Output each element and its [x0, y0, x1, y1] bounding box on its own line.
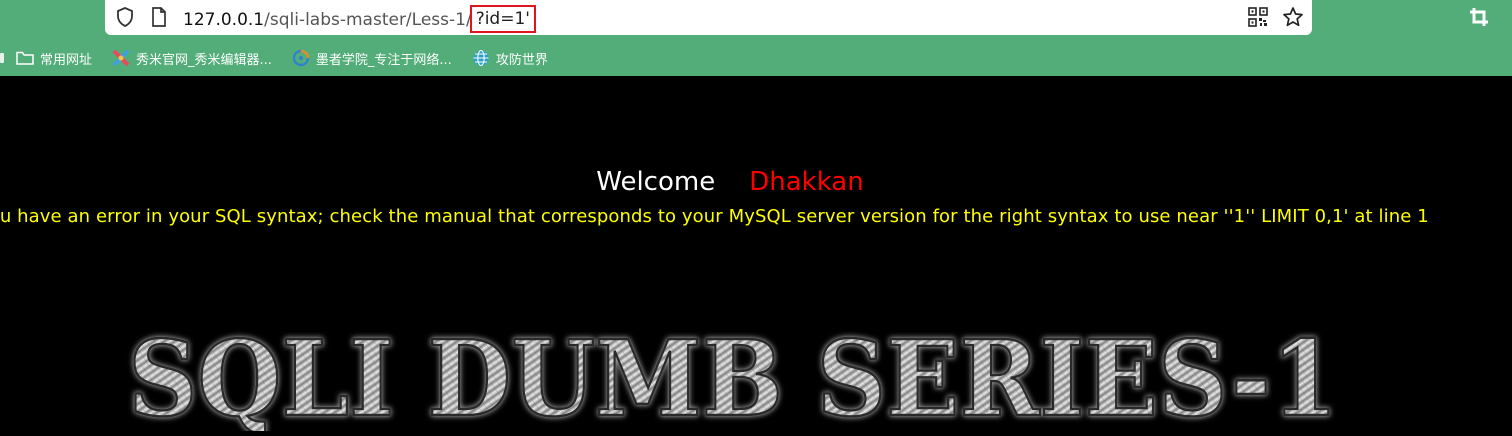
bookmarks-bar: 常用网址 秀米官网_秀米编辑器... 墨者学院_专注于网络... 攻防世界: [0, 44, 568, 72]
sql-error-message: You have an error in your SQL syntax; ch…: [0, 206, 1429, 227]
crop-icon[interactable]: [1466, 4, 1492, 30]
bookmark-item-mozhe[interactable]: 墨者学院_专注于网络...: [292, 49, 452, 68]
address-bar[interactable]: 127.0.0.1/sqli-labs-master/Less-1/?id=1': [105, 0, 1312, 35]
xiumi-icon: [112, 49, 130, 67]
welcome-line: Welcome Dhakkan: [0, 167, 1460, 197]
bookmark-label: 墨者学院_专注于网络...: [315, 52, 452, 68]
browser-chrome: 127.0.0.1/sqli-labs-master/Less-1/?id=1': [0, 0, 1512, 76]
url-path: /sqli-labs-master/Less-1/: [264, 10, 472, 30]
page-content: Welcome Dhakkan You have an error in your…: [0, 76, 1512, 436]
sqli-dumb-series-banner: SQLI DUMB SERIES-1: [127, 316, 1340, 431]
qr-code-icon[interactable]: [1247, 6, 1269, 28]
url-text[interactable]: 127.0.0.1/sqli-labs-master/Less-1/?id=1': [183, 5, 536, 34]
bookmark-item-common-sites[interactable]: 常用网址: [16, 49, 92, 68]
banner-text: SQLI DUMB SERIES-1: [128, 317, 1338, 431]
welcome-text: Welcome: [596, 167, 716, 197]
shield-icon[interactable]: [114, 6, 136, 28]
bookmark-item-gongfang[interactable]: 攻防世界: [472, 49, 548, 68]
url-host: 127.0.0.1: [183, 10, 265, 30]
bookmark-label: 常用网址: [40, 52, 93, 68]
bookmark-label: 秀米官网_秀米编辑器...: [136, 52, 272, 68]
bookmark-item-xiumi[interactable]: 秀米官网_秀米编辑器...: [112, 49, 272, 68]
globe-icon: [472, 49, 490, 67]
mozhe-icon: [292, 49, 310, 67]
bookmark-label: 攻防世界: [495, 52, 548, 68]
page-icon[interactable]: [148, 6, 170, 28]
folder-icon: [16, 49, 34, 67]
welcome-name: Dhakkan: [749, 167, 864, 197]
bookmark-overflow-edge: [0, 49, 8, 67]
star-icon[interactable]: [1282, 6, 1304, 28]
url-query-highlight: ?id=1': [469, 5, 536, 33]
